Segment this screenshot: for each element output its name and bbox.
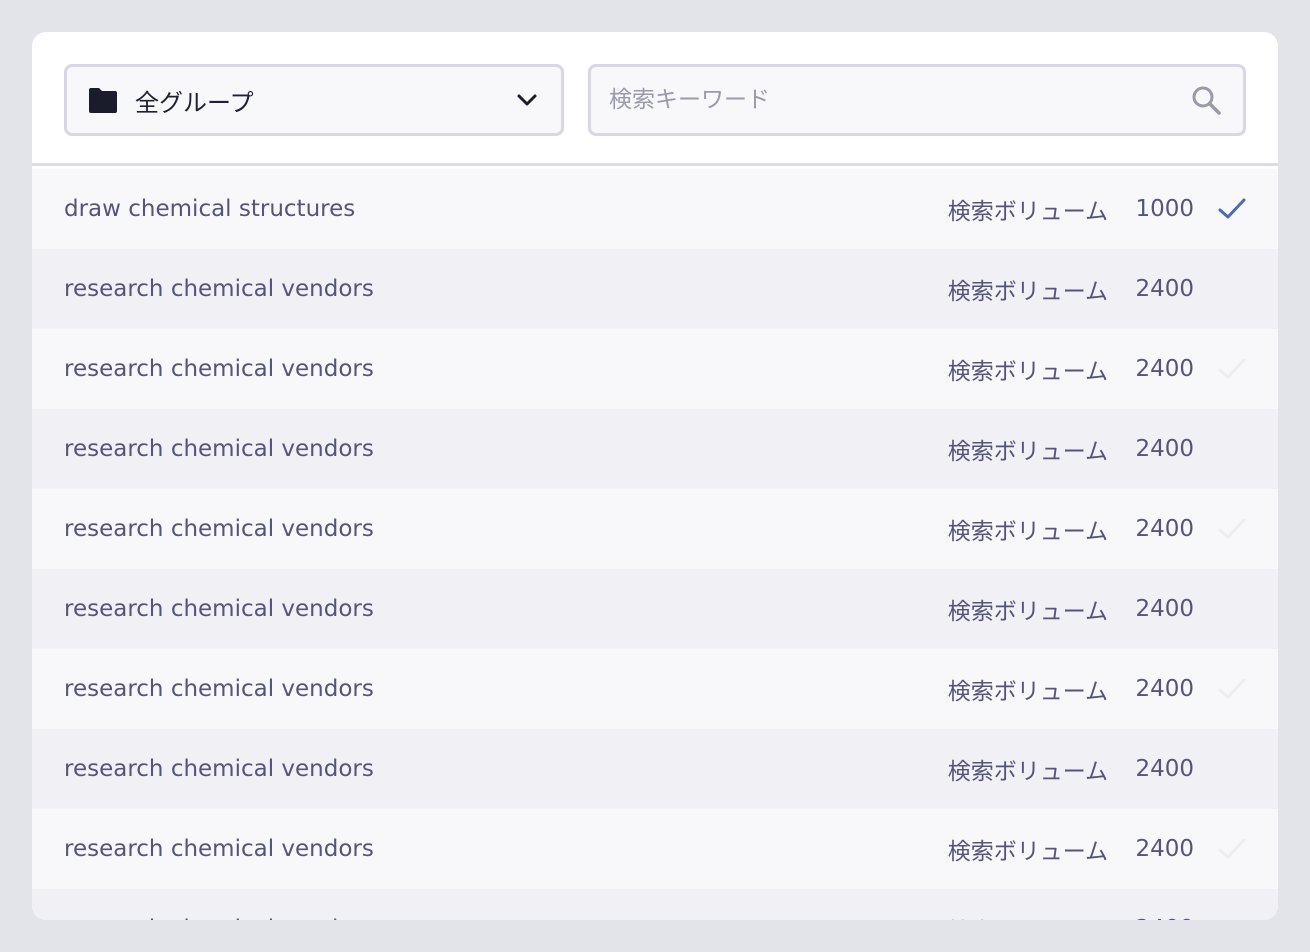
check-icon[interactable] <box>1218 675 1246 703</box>
search-volume-value: 2400 <box>1135 836 1194 862</box>
keyword-row[interactable]: research chemical vendors 検索ボリューム 2400 <box>32 329 1278 409</box>
check-icon[interactable] <box>1218 435 1246 463</box>
keyword-text: research chemical vendors <box>64 756 374 782</box>
search-icon[interactable] <box>1189 83 1223 117</box>
search-box <box>588 64 1246 136</box>
search-volume-label: 検索ボリューム <box>947 279 1108 305</box>
check-icon[interactable] <box>1218 835 1246 863</box>
keyword-row[interactable]: research chemical vendors 検索ボリューム 2400 <box>32 729 1278 809</box>
search-volume-label: 検索ボリューム <box>947 519 1108 545</box>
keyword-row[interactable]: research chemical vendors検索ボリューム 2400 <box>32 889 1278 920</box>
search-volume-value: 2400 <box>1135 516 1194 542</box>
search-volume-label: 検索ボリューム <box>947 759 1108 785</box>
keyword-text: research chemical vendors <box>64 436 374 462</box>
keyword-text: research chemical vendors <box>64 836 374 862</box>
keyword-text: research chemical vendors <box>64 596 374 622</box>
search-volume-label: 検索ボリューム <box>947 839 1108 865</box>
keyword-list: draw chemical structures 検索ボリューム 1000 resea… <box>32 169 1278 920</box>
check-icon[interactable] <box>1218 355 1246 383</box>
keyword-text: draw chemical structures <box>64 196 356 222</box>
keyword-row[interactable]: research chemical vendors 検索ボリューム 2400 <box>32 409 1278 489</box>
search-volume-label: 検索ボリューム <box>948 912 1108 920</box>
chevron-down-icon <box>515 88 539 112</box>
search-input[interactable] <box>609 87 1189 113</box>
keyword-panel: 全グループ draw chemical structures 検索ボリューム 100… <box>32 32 1278 920</box>
keyword-text: research chemical vendors <box>64 916 948 920</box>
search-volume-label: 検索ボリューム <box>947 199 1108 225</box>
search-volume-value: 2400 <box>1135 756 1194 782</box>
toolbar: 全グループ <box>32 32 1278 166</box>
search-volume-value: 2400 <box>1135 356 1194 382</box>
folder-icon <box>87 85 121 115</box>
keyword-text: research chemical vendors <box>64 276 374 302</box>
keyword-row[interactable]: draw chemical structures 検索ボリューム 1000 <box>32 169 1278 249</box>
keyword-row[interactable]: research chemical vendors 検索ボリューム 2400 <box>32 649 1278 729</box>
group-dropdown-label: 全グループ <box>135 88 254 117</box>
check-icon[interactable] <box>1218 915 1246 920</box>
search-volume-value: 2400 <box>1135 596 1194 622</box>
search-volume-value: 2400 <box>1135 436 1194 462</box>
keyword-row[interactable]: research chemical vendors 検索ボリューム 2400 <box>32 249 1278 329</box>
search-volume-value: 1000 <box>1135 196 1194 222</box>
check-icon[interactable] <box>1218 515 1246 543</box>
search-volume-value: 2400 <box>1135 276 1194 302</box>
keyword-row[interactable]: research chemical vendors 検索ボリューム 2400 <box>32 569 1278 649</box>
search-volume-value: 2400 <box>1128 916 1194 920</box>
check-icon[interactable] <box>1218 595 1246 623</box>
search-volume-label: 検索ボリューム <box>947 359 1108 385</box>
check-icon[interactable] <box>1218 755 1246 783</box>
keyword-text: research chemical vendors <box>64 356 374 382</box>
keyword-row[interactable]: research chemical vendors 検索ボリューム 2400 <box>32 809 1278 889</box>
keyword-text: research chemical vendors <box>64 676 374 702</box>
search-volume-value: 2400 <box>1135 676 1194 702</box>
keyword-text: research chemical vendors <box>64 516 374 542</box>
check-icon[interactable] <box>1218 275 1246 303</box>
check-icon[interactable] <box>1218 195 1246 223</box>
search-volume-label: 検索ボリューム <box>947 599 1108 625</box>
search-volume-label: 検索ボリューム <box>947 679 1108 705</box>
search-volume-label: 検索ボリューム <box>947 439 1108 465</box>
group-dropdown[interactable]: 全グループ <box>64 64 564 136</box>
keyword-row[interactable]: research chemical vendors 検索ボリューム 2400 <box>32 489 1278 569</box>
